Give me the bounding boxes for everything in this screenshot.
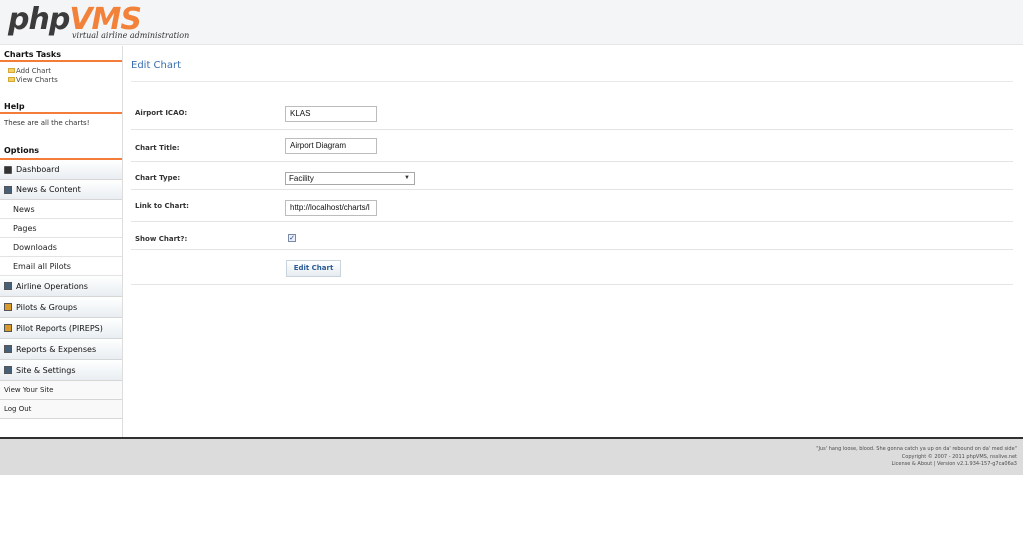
logo-tagline: virtual airline administration <box>72 31 190 40</box>
sidebar-item-label: Pilots & Groups <box>16 302 78 312</box>
folder-icon <box>8 77 15 82</box>
airport-icao-row: Airport ICAO: KLAS <box>131 96 1013 130</box>
chart-link-row: Link to Chart: http://localhost/charts/l <box>131 190 1013 222</box>
sidebar-item-airline-operations[interactable]: Airline Operations <box>0 276 122 297</box>
sidebar-subitem-downloads[interactable]: Downloads <box>0 238 122 257</box>
options-heading: Options <box>0 142 122 160</box>
page-title: Edit Chart <box>131 60 182 71</box>
sidebar-subitem-news[interactable]: News <box>0 200 122 219</box>
news-icon <box>4 185 12 194</box>
sidebar: Charts Tasks Add Chart View Charts Help … <box>0 46 123 437</box>
sidebar-item-label: News & Content <box>16 185 81 194</box>
show-chart-checkbox[interactable]: ✓ <box>288 234 296 242</box>
view-charts-link[interactable]: View Charts <box>6 75 116 84</box>
sidebar-item-pilot-reports[interactable]: Pilot Reports (PIREPS) <box>0 318 122 339</box>
sidebar-item-label: Pilot Reports (PIREPS) <box>16 323 103 333</box>
footer: "Jus' hang loose, blood. She gonna catch… <box>0 437 1023 475</box>
folder-icon <box>8 68 15 73</box>
sidebar-item-log-out[interactable]: Log Out <box>0 400 122 419</box>
footer-copyright: Copyright © 2007 - 2011 phpVMS, nsslive.… <box>901 454 1017 460</box>
pireps-icon <box>4 324 12 332</box>
sidebar-item-pilots-groups[interactable]: Pilots & Groups <box>0 297 122 318</box>
sidebar-item-reports-expenses[interactable]: Reports & Expenses <box>0 339 122 360</box>
charts-tasks-heading: Charts Tasks <box>0 46 122 62</box>
chart-type-select[interactable]: Facility ▼ <box>285 172 415 185</box>
view-charts-label: View Charts <box>16 75 58 84</box>
airline-operations-icon <box>4 282 12 290</box>
chart-link-input[interactable]: http://localhost/charts/l <box>285 200 377 216</box>
settings-icon <box>4 366 12 374</box>
edit-chart-button[interactable]: Edit Chart <box>286 260 341 277</box>
chart-title-label: Chart Title: <box>135 144 180 152</box>
airport-icao-label: Airport ICAO: <box>135 109 188 117</box>
reports-icon <box>4 345 12 353</box>
airport-icao-input[interactable]: KLAS <box>285 106 377 122</box>
chart-type-label: Chart Type: <box>135 174 181 182</box>
help-heading: Help <box>0 98 122 114</box>
sidebar-item-dashboard[interactable]: Dashboard <box>0 160 122 180</box>
sidebar-subitem-pages[interactable]: Pages <box>0 219 122 238</box>
chart-type-row: Chart Type: Facility ▼ <box>131 162 1013 190</box>
add-chart-label: Add Chart <box>16 66 52 75</box>
sidebar-item-view-site[interactable]: View Your Site <box>0 381 122 400</box>
charts-tasks-list: Add Chart View Charts <box>0 62 122 98</box>
chart-link-label: Link to Chart: <box>135 202 189 210</box>
chevron-down-icon: ▼ <box>404 175 410 181</box>
sidebar-item-news-content[interactable]: News & Content <box>0 180 122 200</box>
sidebar-subitem-email-pilots[interactable]: Email all Pilots <box>0 257 122 276</box>
footer-quote: "Jus' hang loose, blood. She gonna catch… <box>816 446 1017 452</box>
chart-title-row: Chart Title: Airport Diagram <box>131 130 1013 162</box>
sidebar-item-label: Dashboard <box>16 165 60 174</box>
show-chart-label: Show Chart?: <box>135 235 188 243</box>
dashboard-icon <box>4 165 12 174</box>
logo-php-text: php <box>8 2 70 37</box>
help-text: These are all the charts! <box>4 119 90 127</box>
sidebar-item-label: Airline Operations <box>16 281 88 291</box>
title-divider <box>131 81 1013 82</box>
phpvms-logo[interactable]: phpVMS virtual airline administration <box>8 2 189 42</box>
add-chart-link[interactable]: Add Chart <box>6 66 116 75</box>
sidebar-item-site-settings[interactable]: Site & Settings <box>0 360 122 381</box>
sidebar-item-label: Site & Settings <box>16 365 76 375</box>
sidebar-item-label: Reports & Expenses <box>16 344 97 354</box>
header: phpVMS virtual airline administration <box>0 0 1023 45</box>
submit-row: Edit Chart <box>131 250 1013 285</box>
chart-type-value: Facility <box>289 174 314 183</box>
pilots-icon <box>4 303 12 311</box>
footer-version[interactable]: License & About | Version v2.1.934-157-g… <box>891 461 1017 467</box>
chart-title-input[interactable]: Airport Diagram <box>285 138 377 154</box>
show-chart-row: Show Chart?: ✓ <box>131 222 1013 250</box>
